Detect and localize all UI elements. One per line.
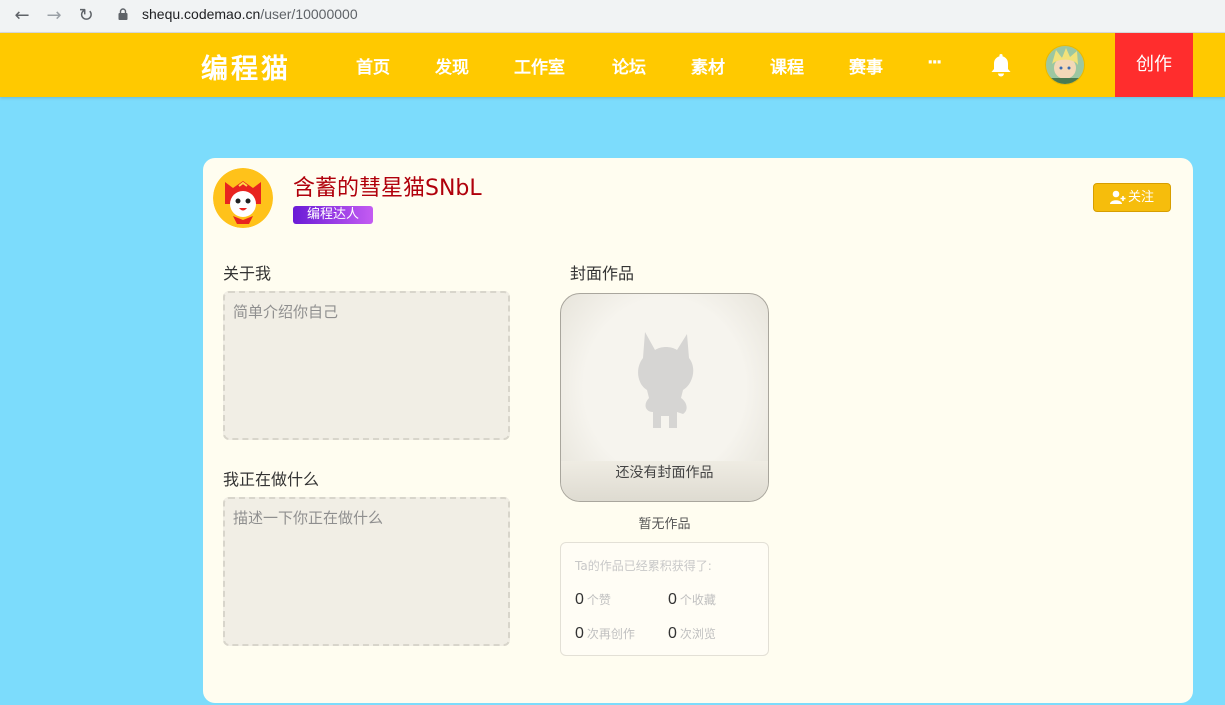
stat-value: 0 [575, 625, 584, 642]
stat-label: 次浏览 [679, 627, 716, 641]
user-avatar-menu[interactable] [1045, 45, 1085, 85]
cover-empty-text: 还没有封面作品 [615, 465, 714, 481]
nav-materials[interactable]: 素材 [691, 53, 725, 78]
level-badge: 编程达人 [293, 206, 374, 224]
nav-home[interactable]: 首页 [356, 53, 390, 78]
stat-label: 个收藏 [679, 593, 716, 607]
doing-title: 我正在做什么 [223, 470, 320, 489]
stat-views: 0 次浏览 [668, 623, 716, 643]
stat-favorites: 0 个收藏 [668, 589, 716, 609]
avatar-image [1046, 46, 1084, 84]
stats-box: Ta的作品已经累积获得了: 0 个赞 0 个收藏 0 次再创作 0 次浏览 [560, 542, 769, 656]
cover-work-placeholder: 还没有封面作品 [560, 293, 769, 502]
doing-input[interactable] [223, 497, 510, 646]
lock-icon [118, 8, 128, 20]
stat-remixes: 0 次再创作 [575, 623, 635, 643]
follow-button[interactable]: 关注 [1093, 183, 1171, 212]
stat-value: 0 [575, 591, 584, 608]
url-domain: shequ.codemao.cn [142, 6, 261, 22]
follow-label: 关注 [1127, 190, 1154, 205]
add-user-icon [1109, 190, 1126, 204]
forward-arrow-icon[interactable]: → [44, 6, 64, 26]
bell-icon[interactable] [989, 52, 1013, 78]
address-bar[interactable]: shequ.codemao.cn/user/10000000 [142, 6, 358, 22]
stat-label: 个赞 [586, 593, 611, 607]
nav-forum[interactable]: 论坛 [612, 53, 646, 78]
nav-courses[interactable]: 课程 [770, 53, 804, 78]
about-title: 关于我 [223, 264, 272, 283]
site-logo[interactable]: 编程猫 [201, 47, 291, 86]
browser-toolbar: ← → ↻ shequ.codemao.cn/user/10000000 [0, 0, 1225, 33]
profile-card: 含蓄的彗星猫SNbL 编程达人 关注 关于我 我正在做什么 封面作品 还没有封面… [203, 158, 1193, 703]
stat-value: 0 [668, 591, 677, 608]
stat-label: 次再创作 [586, 627, 635, 641]
cover-title: 封面作品 [570, 264, 635, 283]
nav-discover[interactable]: 发现 [435, 53, 469, 78]
profile-avatar [213, 168, 273, 228]
about-input[interactable] [223, 291, 510, 440]
create-button[interactable]: 创作 [1115, 33, 1193, 97]
cat-mascot-icon [213, 168, 273, 228]
nav-contests[interactable]: 赛事 [849, 53, 883, 78]
back-arrow-icon[interactable]: ← [12, 6, 32, 26]
site-header: 编程猫 首页 发现 工作室 论坛 素材 课程 赛事 ··· 创作 [0, 33, 1225, 97]
nav-more-button[interactable]: ··· [927, 53, 942, 73]
reload-icon[interactable]: ↻ [76, 6, 96, 26]
no-works-text: 暂无作品 [638, 517, 691, 532]
stats-title: Ta的作品已经累积获得了: [575, 559, 712, 573]
profile-nickname: 含蓄的彗星猫SNbL [293, 176, 482, 201]
nav-studio[interactable]: 工作室 [514, 53, 565, 78]
stat-value: 0 [668, 625, 677, 642]
stat-likes: 0 个赞 [575, 589, 611, 609]
cat-silhouette-icon [638, 332, 694, 428]
url-path: /user/10000000 [260, 6, 358, 22]
